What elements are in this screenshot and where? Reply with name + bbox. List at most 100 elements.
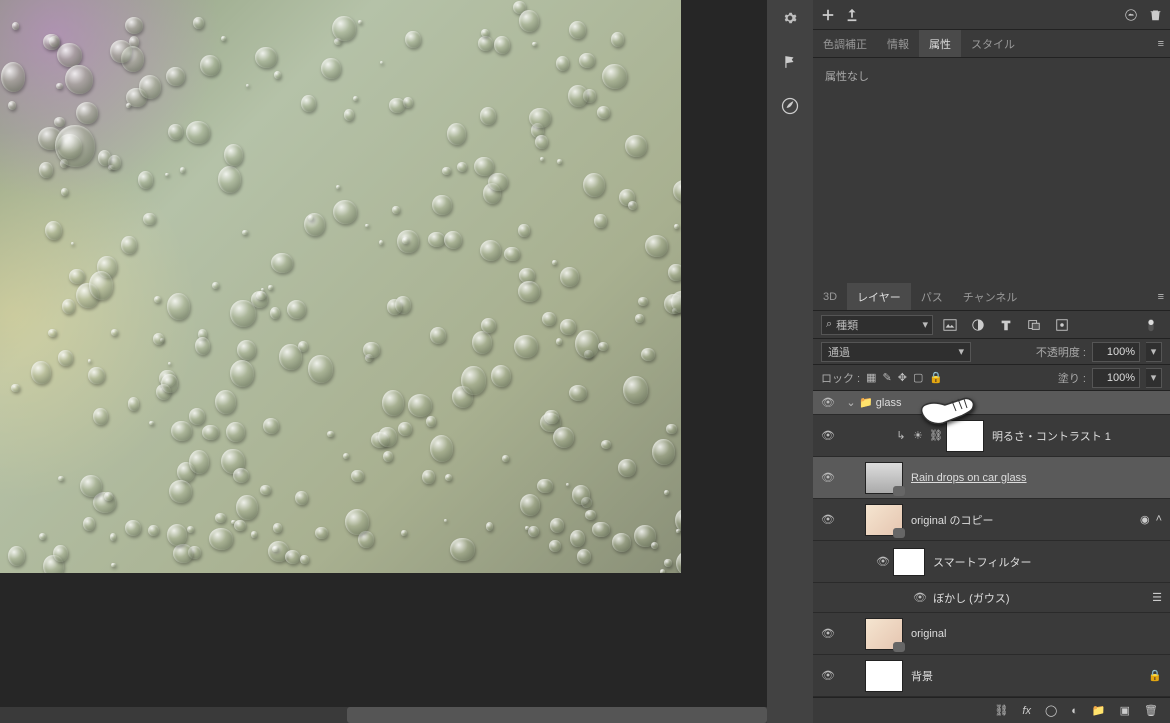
cloud-icon[interactable] bbox=[1123, 7, 1139, 23]
add-icon[interactable] bbox=[821, 8, 835, 22]
document-canvas[interactable] bbox=[0, 0, 681, 573]
visibility-toggle[interactable]: 👁 bbox=[813, 669, 843, 682]
layer-thumbnail[interactable] bbox=[865, 660, 903, 692]
layer-brightness-contrast[interactable]: 👁 ↳ ☀ ⛓ 明るさ・コントラスト 1 bbox=[813, 415, 1170, 457]
visibility-toggle[interactable]: 👁 bbox=[813, 429, 843, 442]
layer-filter-gaussian-blur[interactable]: 👁 ぼかし (ガウス) ☰ bbox=[813, 583, 1170, 613]
folder-icon: 📁 bbox=[859, 396, 873, 409]
new-adjustment-icon[interactable]: ◐ bbox=[1071, 705, 1078, 717]
blend-mode-select[interactable]: 通過 ▾ bbox=[821, 342, 971, 362]
visibility-toggle[interactable]: 👁 bbox=[813, 471, 843, 484]
lock-transparent-icon[interactable]: ▦ bbox=[866, 371, 876, 384]
lock-icon: 🔒 bbox=[1148, 669, 1162, 682]
opacity-label: 不透明度 : bbox=[1036, 344, 1086, 360]
horizontal-scrollbar[interactable] bbox=[0, 707, 767, 723]
new-layer-icon[interactable]: ▣ bbox=[1120, 704, 1130, 717]
tab-color-correction[interactable]: 色調補正 bbox=[813, 30, 877, 57]
layer-name: ぼかし (ガウス) bbox=[933, 590, 1009, 606]
visibility-toggle[interactable]: 👁 bbox=[813, 627, 843, 640]
canvas-area bbox=[0, 0, 767, 723]
visibility-toggle[interactable]: 👁 bbox=[873, 555, 893, 568]
layer-thumbnail[interactable] bbox=[865, 462, 903, 494]
layer-original-copy[interactable]: 👁 original のコピー ◉ ˄ bbox=[813, 499, 1170, 541]
trash-icon[interactable] bbox=[1149, 8, 1162, 21]
layer-thumbnail[interactable] bbox=[865, 618, 903, 650]
link-layers-icon[interactable]: ⛓ bbox=[994, 704, 1008, 717]
layer-name: original bbox=[911, 628, 946, 640]
upload-icon[interactable] bbox=[845, 8, 859, 22]
filter-image-icon[interactable] bbox=[939, 314, 961, 336]
brush-circle-icon[interactable] bbox=[775, 91, 805, 121]
chevron-down-icon: ▾ bbox=[922, 318, 928, 331]
layers-panel: 3D レイヤー パス チャンネル ≡ ⌕ 種類 ▾ bbox=[813, 283, 1170, 723]
tab-channels[interactable]: チャンネル bbox=[953, 283, 1028, 310]
lock-label: ロック : bbox=[821, 370, 860, 386]
filter-kind-label: 種類 bbox=[836, 317, 858, 333]
visibility-toggle[interactable]: 👁 bbox=[913, 591, 927, 604]
tab-3d[interactable]: 3D bbox=[813, 283, 847, 310]
properties-panel-tabs: 色調補正 情報 属性 スタイル ≡ bbox=[813, 30, 1170, 58]
fill-label: 塗り : bbox=[1058, 370, 1086, 386]
layer-filter-kind[interactable]: ⌕ 種類 ▾ bbox=[821, 315, 933, 335]
layer-name: Rain drops on car glass bbox=[911, 472, 1027, 484]
mask-link-icon[interactable]: ⛓ bbox=[926, 429, 946, 442]
tab-paths[interactable]: パス bbox=[911, 283, 953, 310]
panel-menu-icon[interactable]: ≡ bbox=[1158, 291, 1164, 303]
blend-opacity-row: 通過 ▾ 不透明度 : 100% ▾ bbox=[813, 339, 1170, 365]
layer-thumbnail[interactable] bbox=[865, 504, 903, 536]
layer-name: glass bbox=[876, 397, 902, 409]
layer-name: 背景 bbox=[911, 668, 933, 684]
opacity-value[interactable]: 100% bbox=[1092, 342, 1140, 362]
layer-name: 明るさ・コントラスト 1 bbox=[992, 428, 1111, 444]
attributes-empty-label: 属性なし bbox=[825, 71, 869, 83]
tab-info[interactable]: 情報 bbox=[877, 30, 919, 57]
layer-background[interactable]: 👁 背景 🔒 bbox=[813, 655, 1170, 697]
layers-footer: ⛓ fx ◯ ◐ 📁 ▣ 🗑 bbox=[813, 697, 1170, 723]
layer-smart-filters[interactable]: 👁 スマートフィルター bbox=[813, 541, 1170, 583]
flag-icon[interactable] bbox=[775, 47, 805, 77]
layer-name: スマートフィルター bbox=[933, 554, 1031, 570]
delete-layer-icon[interactable]: 🗑 bbox=[1144, 704, 1158, 717]
mask-thumbnail[interactable] bbox=[946, 420, 984, 452]
filter-text-icon[interactable] bbox=[995, 314, 1017, 336]
search-icon: ⌕ bbox=[826, 318, 832, 331]
tab-layers[interactable]: レイヤー bbox=[847, 283, 911, 310]
lock-fill-row: ロック : ▦ ✎ ✥ ▢ 🔒 塗り : 100% ▾ bbox=[813, 365, 1170, 391]
filter-mask-thumbnail[interactable] bbox=[893, 548, 925, 576]
lock-all-icon[interactable]: 🔒 bbox=[929, 371, 943, 384]
panel-menu-icon[interactable]: ≡ bbox=[1158, 38, 1164, 50]
layer-fx-icon[interactable]: fx bbox=[1022, 705, 1031, 717]
fill-value[interactable]: 100% bbox=[1092, 368, 1140, 388]
filter-smart-icon[interactable] bbox=[1051, 314, 1073, 336]
add-mask-icon[interactable]: ◯ bbox=[1045, 704, 1057, 717]
panels-column: 色調補正 情報 属性 スタイル ≡ 属性なし 3D レイヤー パス チャンネル … bbox=[813, 0, 1170, 723]
clip-indicator-icon: ↳ bbox=[893, 429, 909, 442]
lock-brush-icon[interactable]: ✎ bbox=[883, 371, 892, 384]
layer-group-glass[interactable]: 👁 ⌄ 📁 glass bbox=[813, 391, 1170, 415]
filter-toggle-switch[interactable] bbox=[1140, 314, 1162, 336]
libraries-toolbar bbox=[813, 0, 1170, 30]
blend-mode-value: 通過 bbox=[828, 344, 850, 360]
tab-style[interactable]: スタイル bbox=[961, 30, 1025, 57]
layer-name: original のコピー bbox=[911, 512, 994, 528]
visibility-toggle[interactable]: 👁 bbox=[813, 396, 843, 409]
fill-chevron[interactable]: ▾ bbox=[1146, 368, 1162, 388]
layer-original[interactable]: 👁 original bbox=[813, 613, 1170, 655]
raindrops-decor bbox=[0, 0, 681, 573]
group-collapse-toggle[interactable]: ⌄ bbox=[843, 396, 859, 409]
opacity-chevron[interactable]: ▾ bbox=[1146, 342, 1162, 362]
expand-icon[interactable]: ˄ bbox=[1156, 513, 1162, 526]
filter-adjust-icon[interactable] bbox=[967, 314, 989, 336]
filter-settings-icon[interactable]: ☰ bbox=[1152, 591, 1162, 604]
filter-shape-icon[interactable] bbox=[1023, 314, 1045, 336]
visibility-toggle[interactable]: 👁 bbox=[813, 513, 843, 526]
lock-artboard-icon[interactable]: ▢ bbox=[913, 371, 923, 384]
layer-rain-drops[interactable]: 👁 Rain drops on car glass bbox=[813, 457, 1170, 499]
panel-icon-rail bbox=[767, 0, 813, 723]
attributes-panel-body: 属性なし bbox=[813, 58, 1170, 283]
filter-visibility-icon[interactable]: ◉ bbox=[1140, 513, 1150, 526]
lock-position-icon[interactable]: ✥ bbox=[898, 371, 907, 384]
tab-attributes[interactable]: 属性 bbox=[919, 30, 961, 57]
gear-icon[interactable] bbox=[775, 3, 805, 33]
new-group-icon[interactable]: 📁 bbox=[1092, 704, 1106, 717]
